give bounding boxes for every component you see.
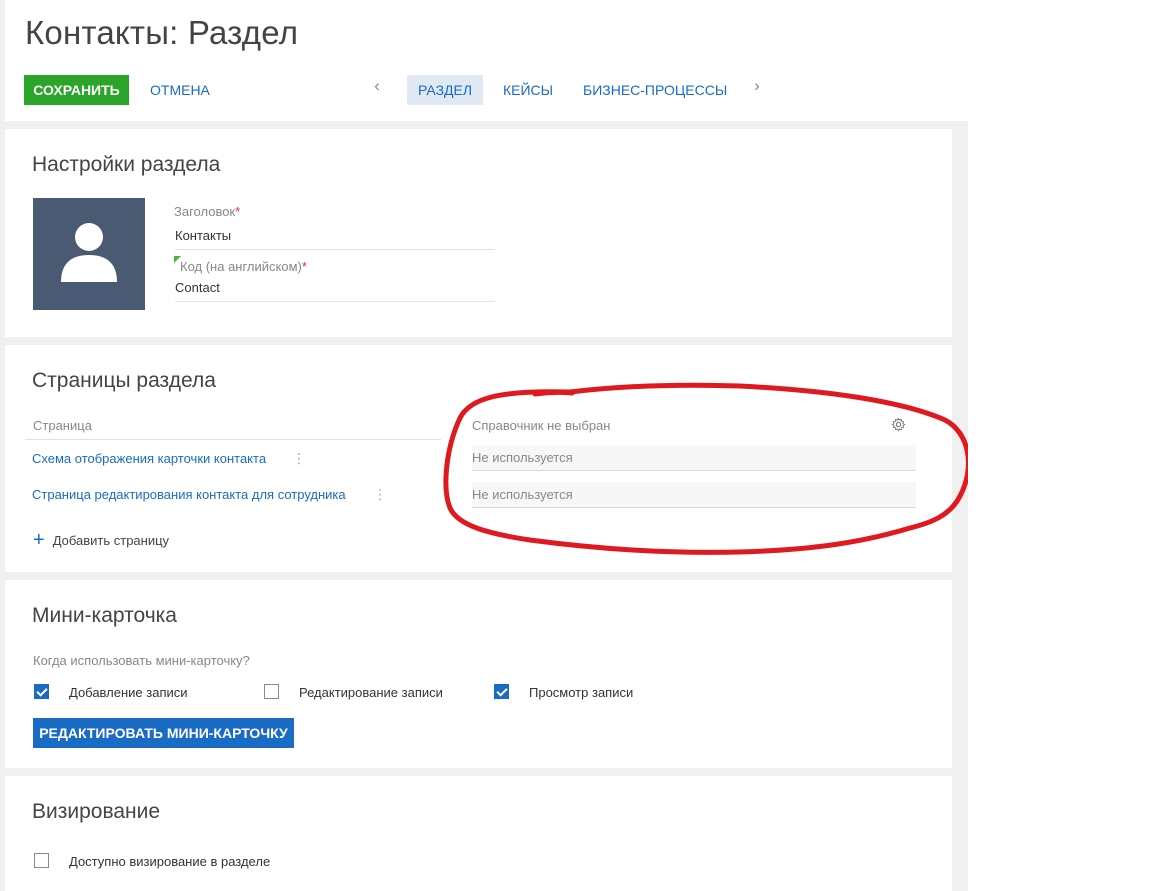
title-field-label: Заголовок* [174, 204, 241, 219]
page-column-header: Страница [33, 418, 92, 433]
add-page-label: Добавить страницу [52, 532, 170, 548]
red-annotation-circle [443, 382, 968, 555]
section-settings-card: Настройки раздела Заголовок* Контакты Ко… [5, 129, 952, 337]
pages-divider [25, 439, 441, 440]
user-silhouette-icon [61, 223, 117, 282]
tabs-prev-arrow-icon[interactable]: ‹ [367, 76, 387, 96]
section-settings-title: Настройки раздела [32, 153, 221, 176]
save-button[interactable]: СОХРАНИТЬ [24, 75, 129, 105]
checkbox-visa-label: Доступно визирование в разделе [69, 854, 271, 869]
page-title: Контакты: Раздел [25, 14, 299, 51]
checkbox-view-record[interactable] [494, 684, 509, 699]
cancel-button[interactable]: ОТМЕНА [150, 75, 210, 105]
code-field-input[interactable]: Contact [175, 280, 495, 302]
checkbox-add-record-label: Добавление записи [69, 685, 188, 700]
mini-card-title: Мини-карточка [32, 604, 177, 627]
mini-card-card: Мини-карточка Когда использовать мини-ка… [5, 580, 952, 768]
plus-icon: + [33, 529, 45, 551]
page-row-menu-icon[interactable]: ⋮ [373, 486, 387, 503]
section-image[interactable] [33, 198, 145, 310]
mini-card-question: Когда использовать мини-карточку? [33, 653, 250, 668]
title-field-input[interactable]: Контакты [175, 228, 495, 250]
checkbox-edit-record[interactable] [264, 684, 279, 699]
checkbox-add-record[interactable] [34, 684, 49, 699]
tab-cases[interactable]: КЕЙСЫ [492, 75, 564, 105]
page-row-menu-icon[interactable]: ⋮ [292, 450, 306, 467]
page-link-contact-card[interactable]: Схема отображения карточки контакта [32, 451, 266, 466]
page-link-employee-edit[interactable]: Страница редактирования контакта для сот… [32, 487, 346, 502]
checkbox-view-record-label: Просмотр записи [529, 685, 634, 700]
visa-title: Визирование [32, 800, 161, 823]
checkbox-edit-record-label: Редактирование записи [299, 685, 443, 700]
tab-business-processes[interactable]: БИЗНЕС-ПРОЦЕССЫ [572, 75, 738, 105]
visa-card: Визирование Доступно визирование в разде… [5, 776, 952, 891]
section-pages-title: Страницы раздела [32, 369, 216, 392]
add-page-button[interactable]: + Добавить страницу [33, 530, 169, 550]
checkbox-visa[interactable] [34, 853, 49, 868]
code-field-label: Код (на английском)* [180, 259, 307, 274]
app-window: Контакты: Раздел СОХРАНИТЬ ОТМЕНА ‹ РАЗД… [0, 0, 968, 891]
tab-section[interactable]: РАЗДЕЛ [407, 75, 484, 105]
edit-mini-card-button[interactable]: РЕДАКТИРОВАТЬ МИНИ-КАРТОЧКУ [33, 718, 294, 748]
tabs-next-arrow-icon[interactable]: › [747, 76, 767, 96]
page-header: Контакты: Раздел СОХРАНИТЬ ОТМЕНА ‹ РАЗД… [5, 0, 968, 121]
blank-area [968, 0, 1152, 891]
